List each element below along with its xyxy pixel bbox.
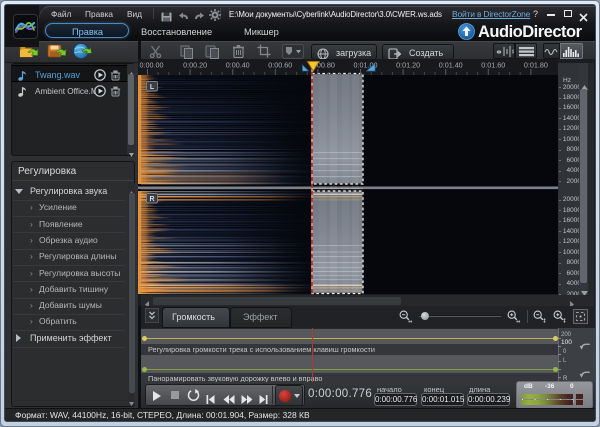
svg-text:0:01.20: 0:01.20 [396, 61, 420, 70]
svg-text:0:00.40: 0:00.40 [226, 61, 250, 70]
svg-text:0:01.60: 0:01.60 [481, 61, 505, 70]
svg-text:0:01.40: 0:01.40 [439, 61, 463, 70]
svg-text:0:00.00: 0:00.00 [140, 61, 164, 70]
svg-text:0:00.60: 0:00.60 [268, 61, 292, 70]
svg-text:R: R [149, 196, 154, 203]
svg-text:0:00.20: 0:00.20 [183, 61, 207, 70]
svg-text:L: L [150, 84, 155, 91]
svg-text:0:01.80: 0:01.80 [524, 61, 548, 70]
